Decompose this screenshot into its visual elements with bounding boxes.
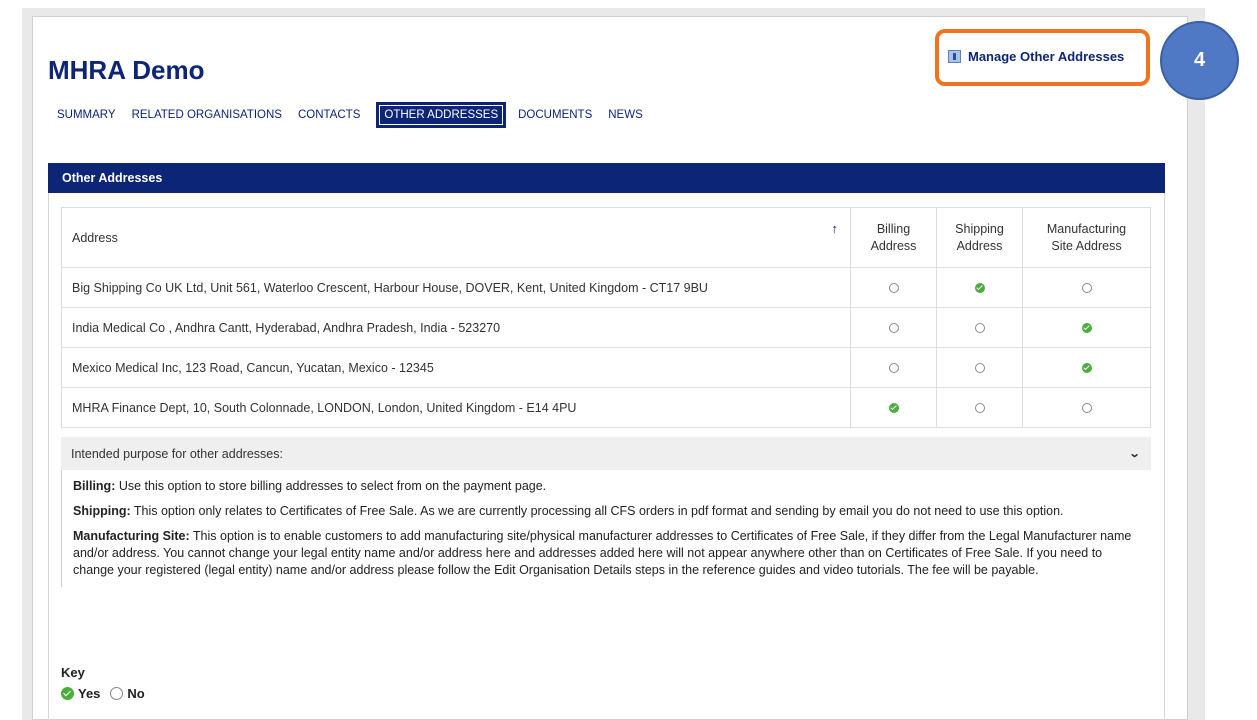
column-header-billing: Billing Address xyxy=(850,207,937,268)
empty-circle-icon xyxy=(888,323,899,334)
chevron-down-icon: ⌄ xyxy=(1128,448,1141,460)
key-legend: Yes No xyxy=(61,686,145,701)
manufacturing-purpose-label: Manufacturing Site: xyxy=(73,529,190,543)
empty-circle-icon xyxy=(974,323,985,334)
manufacturing-purpose-description: This option is to enable customers to ad… xyxy=(73,529,1132,577)
tab-contacts[interactable]: CONTACTS xyxy=(298,104,368,126)
empty-circle-icon xyxy=(974,363,985,374)
tab-other-addresses[interactable]: OTHER ADDRESSES xyxy=(376,102,507,128)
sort-ascending-icon[interactable]: ↑ xyxy=(832,221,839,236)
empty-circle-icon xyxy=(110,687,124,700)
empty-circle-icon xyxy=(888,363,899,374)
table-row: Mexico Medical Inc, 123 Road, Cancun, Yu… xyxy=(61,347,1151,388)
shipping-cell xyxy=(936,347,1023,388)
address-cell: MHRA Finance Dept, 10, South Colonnade, … xyxy=(61,387,851,428)
shipping-header-line1: Shipping xyxy=(955,221,1004,236)
check-circle-icon xyxy=(888,403,899,414)
key-title: Key xyxy=(61,665,85,680)
billing-purpose-label: Billing: xyxy=(73,479,116,493)
column-header-address[interactable]: Address ↑ xyxy=(61,207,851,268)
empty-circle-icon xyxy=(974,403,985,414)
manufacturing-header-line1: Manufacturing xyxy=(1046,221,1127,236)
tab-related-organisations[interactable]: RELATED ORGANISATIONS xyxy=(132,104,290,126)
tab-documents[interactable]: DOCUMENTS xyxy=(518,104,600,126)
shipping-purpose-description: This option only relates to Certificates… xyxy=(130,504,1064,518)
addresses-table: Address ↑ Billing Address Shipping Addre… xyxy=(61,207,1151,428)
page-title: MHRA Demo xyxy=(48,55,205,85)
empty-circle-icon xyxy=(888,283,899,294)
step-number-badge: 4 xyxy=(1160,21,1239,100)
intended-purpose-heading: Intended purpose for other addresses: xyxy=(71,446,283,461)
manufacturing-purpose-text: Manufacturing Site: This option is to en… xyxy=(73,528,1141,579)
check-circle-icon xyxy=(1081,323,1092,334)
billing-header-line1: Billing xyxy=(876,221,911,236)
callout-highlight-box xyxy=(935,29,1150,86)
check-circle-icon xyxy=(61,687,74,700)
shipping-purpose-text: Shipping: This option only relates to Ce… xyxy=(73,503,1141,520)
tab-summary[interactable]: SUMMARY xyxy=(57,104,124,126)
billing-cell xyxy=(850,267,937,308)
empty-circle-icon xyxy=(1081,403,1092,414)
billing-cell xyxy=(850,387,937,428)
manufacturing-cell xyxy=(1022,387,1151,428)
check-circle-icon xyxy=(974,283,985,294)
section-header-other-addresses: Other Addresses xyxy=(48,163,1165,193)
shipping-cell xyxy=(936,267,1023,308)
column-header-shipping: Shipping Address xyxy=(936,207,1023,268)
address-cell: Big Shipping Co UK Ltd, Unit 561, Waterl… xyxy=(61,267,851,308)
billing-cell xyxy=(850,347,937,388)
check-circle-icon xyxy=(1081,363,1092,374)
billing-purpose-description: Use this option to store billing address… xyxy=(115,479,547,493)
billing-purpose-text: Billing: Use this option to store billin… xyxy=(73,478,1141,495)
key-yes-label: Yes xyxy=(78,686,101,701)
manufacturing-cell xyxy=(1022,267,1151,308)
manufacturing-cell xyxy=(1022,307,1151,348)
shipping-purpose-label: Shipping: xyxy=(73,504,131,518)
table-row: India Medical Co , Andhra Cantt, Hyderab… xyxy=(61,307,1151,348)
org-tabs: SUMMARY RELATED ORGANISATIONS CONTACTS O… xyxy=(57,102,659,128)
address-cell: India Medical Co , Andhra Cantt, Hyderab… xyxy=(61,307,851,348)
intended-purpose-content: Billing: Use this option to store billin… xyxy=(61,470,1151,587)
tab-news[interactable]: NEWS xyxy=(608,104,651,126)
shipping-cell xyxy=(936,307,1023,348)
manufacturing-cell xyxy=(1022,347,1151,388)
address-cell: Mexico Medical Inc, 123 Road, Cancun, Yu… xyxy=(61,347,851,388)
intended-purpose-accordion[interactable]: Intended purpose for other addresses: ⌄ xyxy=(61,437,1151,470)
billing-cell xyxy=(850,307,937,348)
manufacturing-header-line2: Site Address xyxy=(1051,238,1122,253)
table-row: Big Shipping Co UK Ltd, Unit 561, Waterl… xyxy=(61,267,1151,308)
shipping-header-line2: Address xyxy=(956,238,1003,253)
shipping-cell xyxy=(936,387,1023,428)
address-header-label: Address xyxy=(72,230,118,245)
key-no-label: No xyxy=(127,686,145,701)
column-header-manufacturing: Manufacturing Site Address xyxy=(1022,207,1151,268)
empty-circle-icon xyxy=(1081,283,1092,294)
table-row: MHRA Finance Dept, 10, South Colonnade, … xyxy=(61,387,1151,428)
billing-header-line2: Address xyxy=(870,238,917,253)
